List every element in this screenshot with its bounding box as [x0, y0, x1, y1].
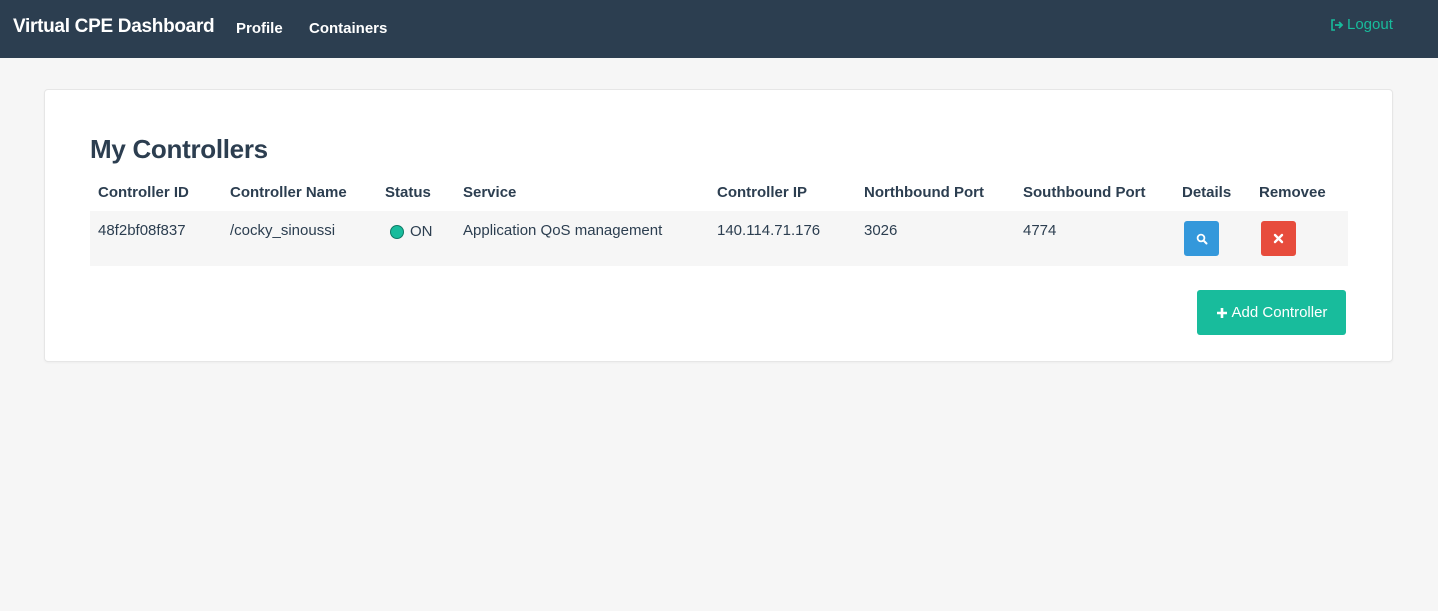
column-header-controller-id: Controller ID [98, 184, 189, 201]
column-header-southbound-port: Southbound Port [1023, 184, 1146, 201]
nav-link-containers[interactable]: Containers [309, 20, 387, 37]
northbound-port-cell: 3026 [864, 222, 898, 239]
column-header-remove: Removee [1259, 184, 1326, 201]
add-controller-button[interactable]: Add Controller [1197, 290, 1346, 335]
column-header-details: Details [1182, 184, 1232, 201]
table-header: Controller ID Controller Name Status Ser… [90, 184, 1348, 204]
details-button[interactable] [1184, 221, 1219, 256]
column-header-status: Status [385, 184, 431, 201]
service-cell: Application QoS management [463, 222, 663, 239]
logout-link[interactable]: Logout [1330, 16, 1393, 33]
plus-icon [1216, 307, 1227, 318]
table-row: 48f2bf08f837 /cocky_sinoussi ON Applicat… [90, 211, 1348, 266]
close-icon [1273, 233, 1284, 244]
status-indicator-icon [390, 224, 404, 239]
column-header-northbound-port: Northbound Port [864, 184, 984, 201]
search-icon [1196, 233, 1207, 244]
southbound-port-cell: 4774 [1023, 222, 1057, 239]
status-cell: ON [385, 223, 433, 240]
top-navbar: Virtual CPE Dashboard Profile Containers… [0, 0, 1438, 58]
column-header-controller-ip: Controller IP [717, 184, 808, 201]
controller-name-cell: /cocky_sinoussi [230, 222, 336, 239]
column-header-controller-name: Controller Name [230, 184, 347, 201]
sign-out-icon [1330, 18, 1344, 32]
controllers-panel: My Controllers Controller ID Controller … [44, 89, 1393, 362]
status-label: ON [410, 223, 433, 240]
logout-label: Logout [1347, 16, 1393, 33]
controller-ip-cell: 140.114.71.176 [717, 222, 821, 239]
nav-link-profile[interactable]: Profile [236, 20, 283, 37]
column-header-service: Service [463, 184, 517, 201]
page-title: My Controllers [90, 134, 268, 164]
remove-button[interactable] [1261, 221, 1296, 256]
add-controller-label: Add Controller [1231, 304, 1328, 321]
brand-title[interactable]: Virtual CPE Dashboard [13, 16, 215, 38]
controller-id-cell: 48f2bf08f837 [98, 222, 186, 239]
